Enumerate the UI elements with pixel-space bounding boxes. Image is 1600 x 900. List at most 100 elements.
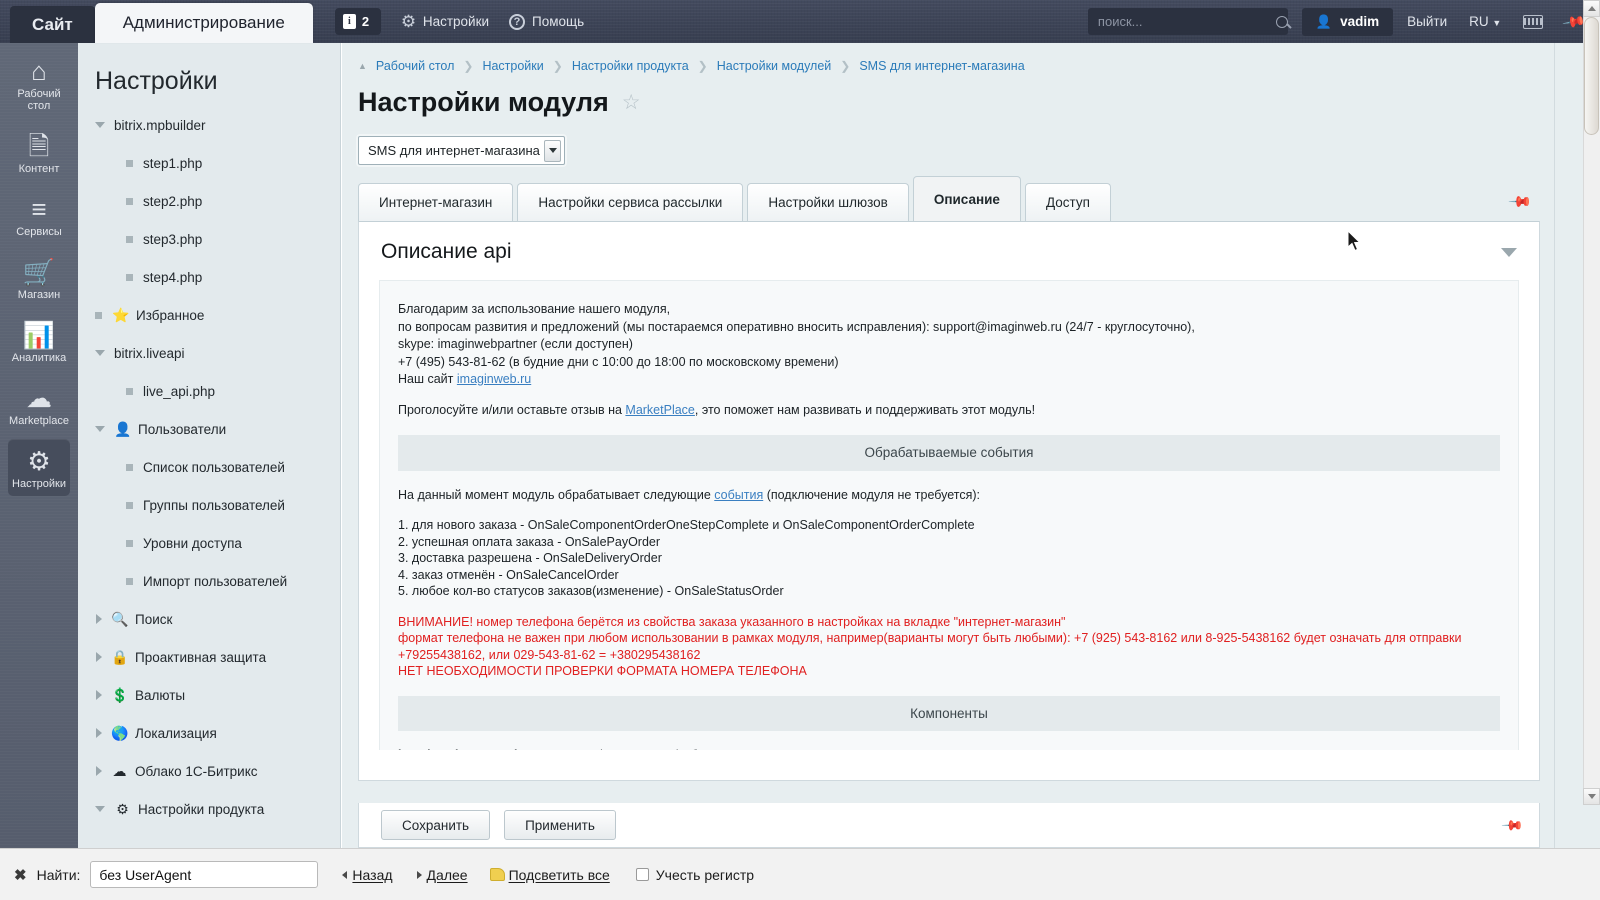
rail-item-content[interactable]: 🗎 Контент <box>8 124 70 181</box>
notifications-badge[interactable]: i 2 <box>334 8 381 35</box>
events-link[interactable]: события <box>714 488 763 502</box>
match-case-label: Учесть регистр <box>655 866 755 883</box>
scroll-down-button[interactable] <box>1583 788 1600 805</box>
menu-item-label: Пользователи <box>138 421 227 437</box>
menu-item-localization[interactable]: 🌎 Локализация <box>78 714 340 752</box>
rail-label: Рабочий стол <box>17 88 61 112</box>
search-icon[interactable] <box>1275 15 1288 28</box>
apply-button[interactable]: Применить <box>504 810 616 840</box>
menu-item-step3[interactable]: step3.php <box>78 220 340 258</box>
caret-down-icon[interactable] <box>1501 247 1517 257</box>
find-label: Найти: <box>36 866 81 883</box>
basket-icon: 🛒 <box>22 257 56 287</box>
close-icon[interactable]: ✖ <box>14 866 27 884</box>
keyboard-icon[interactable] <box>1523 14 1544 29</box>
scrollbar-thumb[interactable] <box>1584 17 1599 135</box>
menu-item-step4[interactable]: step4.php <box>78 258 340 296</box>
coin-icon: 💲 <box>111 686 129 703</box>
menu-item-mpbuilder[interactable]: bitrix.mpbuilder <box>78 106 340 144</box>
menu-item-user-groups[interactable]: Группы пользователей <box>78 486 340 524</box>
user-icon: 👤 <box>114 420 132 437</box>
description-panel: Описание api Благодарим за использование… <box>358 221 1540 781</box>
menu-item-label: step4.php <box>143 269 203 285</box>
menu-item-access-levels[interactable]: Уровни доступа <box>78 524 340 562</box>
chevron-left-icon <box>342 870 348 879</box>
highlight-all-button[interactable]: Подсветить все <box>489 866 610 883</box>
search-input[interactable] <box>1095 13 1276 30</box>
breadcrumb-separator: ❯ <box>463 59 474 73</box>
menu-item-users[interactable]: 👤 Пользователи <box>78 410 340 448</box>
tab-site[interactable]: Сайт <box>10 6 95 43</box>
checkbox-icon[interactable] <box>635 868 649 881</box>
breadcrumb-item-2[interactable]: Настройки продукта <box>572 59 689 73</box>
breadcrumb-item-0[interactable]: Рабочий стол <box>376 59 454 73</box>
component-name: imaginweb.sms:auth <box>398 748 522 750</box>
globe-icon: 🌎 <box>111 724 129 741</box>
breadcrumb-item-3[interactable]: Настройки модулей <box>717 59 832 73</box>
menu-item-liveapi[interactable]: bitrix.liveapi <box>78 334 340 372</box>
menu-item-cloud-bitrix[interactable]: ☁ Облако 1С-Битрикс <box>78 752 340 790</box>
topbar-settings-link[interactable]: Настройки <box>401 14 489 29</box>
menu-item-step2[interactable]: step2.php <box>78 182 340 220</box>
module-select[interactable]: SMS для интернет-магазина <box>358 136 565 165</box>
rail-item-settings[interactable]: ⚙ Настройки <box>8 439 70 496</box>
logout-link[interactable]: Выйти <box>1407 14 1447 29</box>
save-button[interactable]: Сохранить <box>381 810 491 840</box>
rail-item-desktop[interactable]: ⌂ Рабочий стол <box>8 49 70 118</box>
site-link[interactable]: imaginweb.ru <box>457 372 531 386</box>
tab-mailing-service-settings[interactable]: Настройки сервиса рассылки <box>517 183 744 221</box>
menu-item-label: live_api.php <box>143 383 216 399</box>
page-scrollbar[interactable] <box>1583 0 1600 805</box>
main-content: ▲ Рабочий стол ❯ Настройки ❯ Настройки п… <box>342 43 1554 848</box>
menu-item-user-import[interactable]: Импорт пользователей <box>78 562 340 600</box>
find-next-button[interactable]: Далее <box>416 867 468 883</box>
highlight-all-label: Подсветить все <box>508 866 610 883</box>
tab-online-shop[interactable]: Интернет-магазин <box>358 183 514 221</box>
rail-item-shop[interactable]: 🛒 Магазин <box>8 250 70 307</box>
pin-icon[interactable]: 📌 <box>1508 189 1534 215</box>
find-input[interactable]: без UserAgent <box>90 861 319 888</box>
magnifier-icon: 🔍 <box>111 610 129 627</box>
menu-item-label: Избранное <box>136 307 205 323</box>
scroll-up-button[interactable] <box>1583 0 1600 17</box>
rail-item-marketplace[interactable]: ☁ Marketplace <box>8 376 70 433</box>
user-menu-button[interactable]: 👤 vadim <box>1301 7 1394 36</box>
notifications-count: 2 <box>361 14 370 29</box>
marketplace-link[interactable]: MarketPlace <box>625 403 694 417</box>
menu-item-step1[interactable]: step1.php <box>78 144 340 182</box>
topbar-help-link[interactable]: ? Помощь <box>509 13 584 30</box>
tab-description[interactable]: Описание <box>912 176 1021 221</box>
menu-item-search[interactable]: 🔍 Поиск <box>78 600 340 638</box>
menu-item-label: Валюты <box>135 687 186 703</box>
breadcrumb-item-1[interactable]: Настройки <box>482 59 543 73</box>
menu-item-label: Настройки продукта <box>138 801 265 817</box>
triangle-up-icon[interactable]: ▲ <box>358 61 367 71</box>
star-outline-icon[interactable]: ☆ <box>622 90 641 115</box>
menu-item-proactive-protection[interactable]: 🔒 Проактивная защита <box>78 638 340 676</box>
mouse-cursor <box>1347 230 1361 252</box>
find-prev-label: Назад <box>352 866 393 883</box>
menu-item-favorites[interactable]: ⭐ Избранное <box>78 296 340 334</box>
menu-item-currencies[interactable]: 💲 Валюты <box>78 676 340 714</box>
intro-line-2: skype: imaginwebpartner (если доступен) <box>398 337 633 351</box>
menu-item-label: Поиск <box>135 611 173 627</box>
tab-gateway-settings[interactable]: Настройки шлюзов <box>747 183 909 221</box>
find-prev-button[interactable]: Назад <box>342 866 393 883</box>
band-events: Обрабатываемые события <box>398 435 1500 471</box>
search-box[interactable] <box>1087 8 1288 35</box>
tab-access[interactable]: Доступ <box>1024 183 1111 221</box>
language-selector[interactable]: RU ▼ <box>1469 14 1501 29</box>
lock-icon: 🔒 <box>111 648 129 665</box>
form-button-bar: Сохранить Применить 📌 <box>358 803 1540 848</box>
menu-item-label: step3.php <box>143 231 203 247</box>
components-list: imaginweb.sms:auth авторизация/регистрац… <box>398 747 1500 750</box>
menu-item-live-api-php[interactable]: live_api.php <box>78 372 340 410</box>
menu-item-user-list[interactable]: Список пользователей <box>78 448 340 486</box>
tab-administration[interactable]: Администрирование <box>94 3 313 43</box>
pin-icon[interactable]: 📌 <box>1500 813 1525 837</box>
rail-item-services[interactable]: ≡ Сервисы <box>8 187 70 244</box>
rail-item-analytics[interactable]: 📊 Аналитика <box>8 313 70 370</box>
match-case-toggle[interactable]: Учесть регистр <box>635 866 755 883</box>
chevron-down-icon[interactable] <box>544 139 561 162</box>
menu-item-product-settings[interactable]: ⚙ Настройки продукта <box>78 790 340 828</box>
